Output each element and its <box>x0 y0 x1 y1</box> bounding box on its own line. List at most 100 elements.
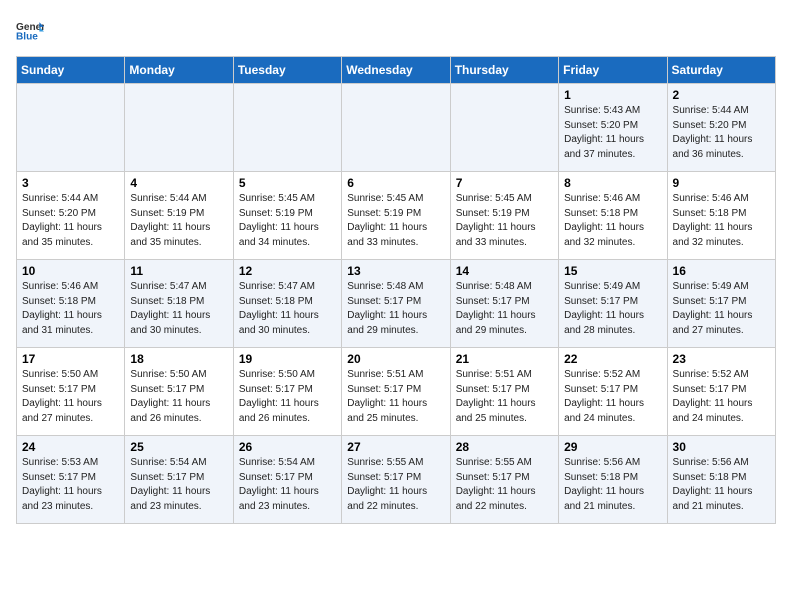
day-number: 1 <box>564 88 661 102</box>
calendar-cell: 9 Sunrise: 5:46 AM Sunset: 5:18 PM Daylig… <box>667 172 775 260</box>
day-info: Sunrise: 5:45 AM Sunset: 5:19 PM Dayligh… <box>239 192 336 250</box>
calendar-cell: 21 Sunrise: 5:51 AM Sunset: 5:17 PM Dayli… <box>450 348 558 436</box>
weekday-header: Wednesday <box>342 57 450 84</box>
day-info: Sunrise: 5:47 AM Sunset: 5:18 PM Dayligh… <box>239 280 336 338</box>
calendar-cell: 16 Sunrise: 5:49 AM Sunset: 5:17 PM Dayli… <box>667 260 775 348</box>
day-number: 30 <box>673 440 770 454</box>
calendar-cell: 20 Sunrise: 5:51 AM Sunset: 5:17 PM Dayli… <box>342 348 450 436</box>
weekday-header: Thursday <box>450 57 558 84</box>
day-number: 6 <box>347 176 444 190</box>
day-info: Sunrise: 5:48 AM Sunset: 5:17 PM Dayligh… <box>456 280 553 338</box>
day-info: Sunrise: 5:44 AM Sunset: 5:19 PM Dayligh… <box>130 192 227 250</box>
logo: General Blue <box>16 16 44 44</box>
calendar-cell <box>450 84 558 172</box>
day-info: Sunrise: 5:46 AM Sunset: 5:18 PM Dayligh… <box>564 192 661 250</box>
calendar-cell: 26 Sunrise: 5:54 AM Sunset: 5:17 PM Dayli… <box>233 436 341 524</box>
day-info: Sunrise: 5:49 AM Sunset: 5:17 PM Dayligh… <box>564 280 661 338</box>
day-number: 21 <box>456 352 553 366</box>
day-number: 14 <box>456 264 553 278</box>
calendar-cell: 2 Sunrise: 5:44 AM Sunset: 5:20 PM Daylig… <box>667 84 775 172</box>
day-number: 23 <box>673 352 770 366</box>
day-number: 2 <box>673 88 770 102</box>
day-info: Sunrise: 5:48 AM Sunset: 5:17 PM Dayligh… <box>347 280 444 338</box>
calendar-cell: 5 Sunrise: 5:45 AM Sunset: 5:19 PM Daylig… <box>233 172 341 260</box>
page-header: General Blue <box>16 16 776 44</box>
day-number: 16 <box>673 264 770 278</box>
calendar-week-row: 24Sunrise: 5:53 AM Sunset: 5:17 PM Dayli… <box>17 436 776 524</box>
calendar-week-row: 1 Sunrise: 5:43 AM Sunset: 5:20 PM Daylig… <box>17 84 776 172</box>
svg-text:Blue: Blue <box>16 31 38 42</box>
day-number: 3 <box>22 176 119 190</box>
day-number: 12 <box>239 264 336 278</box>
calendar-cell <box>125 84 233 172</box>
calendar-week-row: 10 Sunrise: 5:46 AM Sunset: 5:18 PM Dayli… <box>17 260 776 348</box>
calendar-cell: 18 Sunrise: 5:50 AM Sunset: 5:17 PM Dayli… <box>125 348 233 436</box>
day-number: 22 <box>564 352 661 366</box>
day-number: 25 <box>130 440 227 454</box>
day-number: 9 <box>673 176 770 190</box>
calendar-cell <box>17 84 125 172</box>
day-number: 20 <box>347 352 444 366</box>
calendar-table: SundayMondayTuesdayWednesdayThursdayFrid… <box>16 56 776 524</box>
day-info: Sunrise: 5:55 AM Sunset: 5:17 PM Dayligh… <box>456 456 553 514</box>
calendar-cell: 29Sunrise: 5:56 AM Sunset: 5:18 PM Dayli… <box>559 436 667 524</box>
calendar-cell: 30 Sunrise: 5:56 AM Sunset: 5:18 PM Dayli… <box>667 436 775 524</box>
calendar-cell: 13 Sunrise: 5:48 AM Sunset: 5:17 PM Dayli… <box>342 260 450 348</box>
day-info: Sunrise: 5:44 AM Sunset: 5:20 PM Dayligh… <box>673 104 770 162</box>
day-number: 29 <box>564 440 661 454</box>
weekday-header: Sunday <box>17 57 125 84</box>
calendar-cell: 12 Sunrise: 5:47 AM Sunset: 5:18 PM Dayli… <box>233 260 341 348</box>
day-info: Sunrise: 5:50 AM Sunset: 5:17 PM Dayligh… <box>22 368 119 426</box>
day-number: 18 <box>130 352 227 366</box>
day-info: Sunrise: 5:50 AM Sunset: 5:17 PM Dayligh… <box>239 368 336 426</box>
day-info: Sunrise: 5:54 AM Sunset: 5:17 PM Dayligh… <box>130 456 227 514</box>
calendar-cell: 27 Sunrise: 5:55 AM Sunset: 5:17 PM Dayli… <box>342 436 450 524</box>
day-info: Sunrise: 5:44 AM Sunset: 5:20 PM Dayligh… <box>22 192 119 250</box>
calendar-cell: 4 Sunrise: 5:44 AM Sunset: 5:19 PM Daylig… <box>125 172 233 260</box>
calendar-cell: 11 Sunrise: 5:47 AM Sunset: 5:18 PM Dayli… <box>125 260 233 348</box>
day-info: Sunrise: 5:50 AM Sunset: 5:17 PM Dayligh… <box>130 368 227 426</box>
day-info: Sunrise: 5:46 AM Sunset: 5:18 PM Dayligh… <box>22 280 119 338</box>
day-info: Sunrise: 5:49 AM Sunset: 5:17 PM Dayligh… <box>673 280 770 338</box>
calendar-week-row: 3 Sunrise: 5:44 AM Sunset: 5:20 PM Daylig… <box>17 172 776 260</box>
day-info: Sunrise: 5:45 AM Sunset: 5:19 PM Dayligh… <box>347 192 444 250</box>
day-number: 13 <box>347 264 444 278</box>
day-number: 19 <box>239 352 336 366</box>
calendar-cell: 25 Sunrise: 5:54 AM Sunset: 5:17 PM Dayli… <box>125 436 233 524</box>
day-number: 27 <box>347 440 444 454</box>
day-number: 11 <box>130 264 227 278</box>
day-info: Sunrise: 5:54 AM Sunset: 5:17 PM Dayligh… <box>239 456 336 514</box>
calendar-body: 1 Sunrise: 5:43 AM Sunset: 5:20 PM Daylig… <box>17 84 776 524</box>
day-info: Sunrise: 5:47 AM Sunset: 5:18 PM Dayligh… <box>130 280 227 338</box>
calendar-cell: 22 Sunrise: 5:52 AM Sunset: 5:17 PM Dayli… <box>559 348 667 436</box>
calendar-cell: 19 Sunrise: 5:50 AM Sunset: 5:17 PM Dayli… <box>233 348 341 436</box>
day-info: Sunrise: 5:46 AM Sunset: 5:18 PM Dayligh… <box>673 192 770 250</box>
day-number: 10 <box>22 264 119 278</box>
calendar-cell <box>342 84 450 172</box>
logo-icon: General Blue <box>16 16 44 44</box>
day-number: 7 <box>456 176 553 190</box>
calendar-cell: 24Sunrise: 5:53 AM Sunset: 5:17 PM Dayli… <box>17 436 125 524</box>
calendar-cell: 7 Sunrise: 5:45 AM Sunset: 5:19 PM Daylig… <box>450 172 558 260</box>
day-info: Sunrise: 5:45 AM Sunset: 5:19 PM Dayligh… <box>456 192 553 250</box>
day-number: 5 <box>239 176 336 190</box>
day-number: 15 <box>564 264 661 278</box>
day-info: Sunrise: 5:55 AM Sunset: 5:17 PM Dayligh… <box>347 456 444 514</box>
day-info: Sunrise: 5:53 AM Sunset: 5:17 PM Dayligh… <box>22 456 119 514</box>
day-info: Sunrise: 5:43 AM Sunset: 5:20 PM Dayligh… <box>564 104 661 162</box>
day-number: 26 <box>239 440 336 454</box>
day-number: 8 <box>564 176 661 190</box>
day-info: Sunrise: 5:52 AM Sunset: 5:17 PM Dayligh… <box>564 368 661 426</box>
day-info: Sunrise: 5:51 AM Sunset: 5:17 PM Dayligh… <box>347 368 444 426</box>
weekday-header: Monday <box>125 57 233 84</box>
calendar-cell: 8 Sunrise: 5:46 AM Sunset: 5:18 PM Daylig… <box>559 172 667 260</box>
calendar-cell: 15 Sunrise: 5:49 AM Sunset: 5:17 PM Dayli… <box>559 260 667 348</box>
calendar-cell: 3 Sunrise: 5:44 AM Sunset: 5:20 PM Daylig… <box>17 172 125 260</box>
day-info: Sunrise: 5:51 AM Sunset: 5:17 PM Dayligh… <box>456 368 553 426</box>
calendar-cell: 10 Sunrise: 5:46 AM Sunset: 5:18 PM Dayli… <box>17 260 125 348</box>
day-info: Sunrise: 5:56 AM Sunset: 5:18 PM Dayligh… <box>673 456 770 514</box>
day-number: 4 <box>130 176 227 190</box>
day-number: 17 <box>22 352 119 366</box>
weekday-header: Tuesday <box>233 57 341 84</box>
weekday-header: Friday <box>559 57 667 84</box>
